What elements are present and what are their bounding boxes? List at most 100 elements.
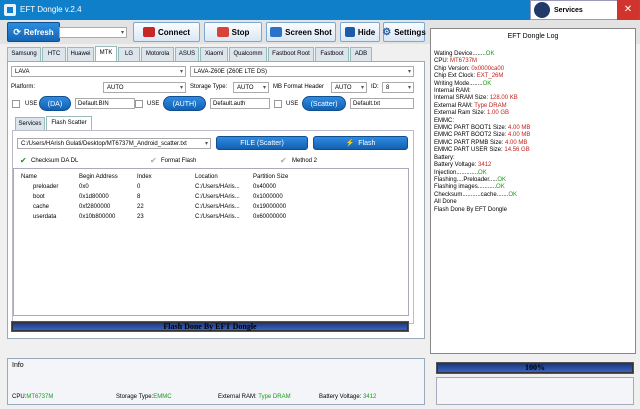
tab-samsung[interactable]: Samsung xyxy=(7,47,41,61)
model-select[interactable]: LAVA-Z60E (Z60E LTE DS) xyxy=(190,66,414,77)
tab-xiaomi[interactable]: Xiaomi xyxy=(200,47,228,61)
table-row[interactable]: preloader 0x0 0 C:/Users/HAris... 0x4000… xyxy=(14,184,408,194)
col-header-index[interactable]: Index xyxy=(137,174,152,180)
log-key: Flash Done By EFT Dongle xyxy=(434,206,507,213)
log-key: CPU: xyxy=(434,58,451,65)
cell-location: C:/Users/HAris... xyxy=(195,194,240,200)
use-scatter-checkbox[interactable] xyxy=(274,100,282,108)
col-header-partition-size[interactable]: Partition Size xyxy=(253,174,288,180)
log-key: All Done xyxy=(434,199,457,206)
storage-type-select[interactable]: AUTO xyxy=(233,82,269,93)
tab-htc[interactable]: HTC xyxy=(42,47,66,61)
flash-button[interactable]: ⚡ Flash xyxy=(313,136,408,150)
log-line: EMMC PART BOOT2 Size: 4.00 MB xyxy=(434,132,634,139)
log-line: Internal RAM: xyxy=(434,88,634,95)
refresh-button[interactable]: ⟳ Refresh xyxy=(7,22,60,42)
log-key: Internal SRAM Size: xyxy=(434,95,490,102)
cell-size: 0x19000000 xyxy=(253,204,287,210)
tab-huawei[interactable]: Huawei xyxy=(67,47,94,61)
log-value: OK xyxy=(482,80,492,87)
col-header-name[interactable]: Name xyxy=(21,174,37,180)
stop-icon xyxy=(216,27,229,37)
use-auth-checkbox[interactable] xyxy=(135,100,143,108)
tab-qualcomm[interactable]: Qualcomm xyxy=(229,47,267,61)
method2-checkbox[interactable]: ✔ xyxy=(280,156,287,165)
tab-mtk[interactable]: MTK xyxy=(95,46,117,61)
log-key: Internal RAM: xyxy=(434,88,471,95)
connect-label: Connect xyxy=(158,27,190,37)
use-da-checkbox[interactable] xyxy=(12,100,20,108)
connect-button[interactable]: Connect xyxy=(133,22,200,42)
col-header-location[interactable]: Location xyxy=(195,174,218,180)
scatter-button[interactable]: (Scatter) xyxy=(302,96,346,111)
auth-file-field[interactable]: Default.auth xyxy=(210,98,270,109)
log-line: Battery: xyxy=(434,155,634,162)
window-title: EFT Dongle v.2.4 xyxy=(20,5,82,14)
info-battery-value: 3412 xyxy=(363,394,377,400)
port-select[interactable] xyxy=(59,27,127,38)
log-value: MT6737M xyxy=(450,58,478,65)
log-line: External RAM: Type DRAM xyxy=(434,103,634,110)
screenshot-button[interactable]: Screen Shot xyxy=(266,22,336,42)
minimize-button[interactable]: – xyxy=(594,0,616,20)
platform-select[interactable]: AUTO xyxy=(103,82,186,93)
info-ext-ram: External RAM: Type DRAM xyxy=(218,394,291,400)
tab-lg[interactable]: LG xyxy=(118,47,140,61)
partition-table: Name Begin Address Index Location Partit… xyxy=(13,168,409,316)
tab-motorola[interactable]: Motorola xyxy=(141,47,174,61)
mb-format-select[interactable]: AUTO xyxy=(331,82,367,93)
log-key: Battery: xyxy=(434,154,455,161)
log-line: EMMC PART BOOT1 Size: 4.00 MB xyxy=(434,125,634,132)
table-row[interactable]: cache 0xf2800000 22 C:/Users/HAris... 0x… xyxy=(14,204,408,214)
cell-begin: 0xf2800000 xyxy=(79,204,111,210)
log-value: OK xyxy=(496,184,505,191)
id-select[interactable]: 8 xyxy=(382,82,414,93)
file-scatter-button[interactable]: FILE (Scatter) xyxy=(216,136,308,150)
settings-label: Settings xyxy=(394,27,426,37)
tab-asus[interactable]: ASUS xyxy=(175,47,199,61)
stop-button[interactable]: Stop xyxy=(204,22,262,42)
refresh-label: Refresh xyxy=(23,27,54,37)
hide-label: Hide xyxy=(357,27,376,37)
use-da-label: USE xyxy=(25,101,38,107)
brand-select[interactable]: LAVA xyxy=(11,66,186,77)
overall-progress-bar: 100% xyxy=(436,362,634,374)
subtab-flash-scatter[interactable]: Flash Scatter xyxy=(46,116,92,130)
hide-icon xyxy=(344,27,355,37)
log-key: Wating Device........ xyxy=(434,51,486,57)
cell-size: 0x1000000 xyxy=(253,194,283,200)
cell-name: cache xyxy=(33,204,50,210)
log-key: EMMC PART USER Size: xyxy=(434,147,505,154)
screenshot-label: Screen Shot xyxy=(285,27,332,37)
scatter-file-field[interactable]: Default.txt xyxy=(350,98,414,109)
log-key: EMMC PART BOOT2 Size: xyxy=(434,132,509,139)
checksum-da-dl-checkbox[interactable]: ✔ xyxy=(20,156,27,165)
col-header-begin-address[interactable]: Begin Address xyxy=(79,174,118,180)
log-line: External Ram Size: 1.00 GB xyxy=(434,110,634,117)
log-value: 4.00 MB xyxy=(508,132,531,139)
hide-button[interactable]: Hide xyxy=(340,22,380,42)
info-battery-label: Battery Voltage: xyxy=(319,394,362,400)
da-file-field[interactable]: Default.BIN xyxy=(75,98,135,109)
scatter-path-select[interactable]: C:/Users/HArish Gulati/Desktop/MT6737M_A… xyxy=(17,138,211,149)
tab-adb[interactable]: ADB xyxy=(350,47,372,61)
info-ext-ram-value: Type DRAM xyxy=(258,394,291,400)
tab-fastboot-root[interactable]: Fastboot Root xyxy=(268,47,314,61)
tab-fastboot[interactable]: Fastboot xyxy=(315,47,349,61)
cell-begin: 0x10b800000 xyxy=(79,214,116,220)
da-button[interactable]: (DA) xyxy=(39,96,71,111)
auth-button[interactable]: (AUTH) xyxy=(163,96,206,111)
subtab-services[interactable]: Services xyxy=(15,117,45,130)
log-key: Chip Version: xyxy=(434,65,472,72)
log-key: Injection............. xyxy=(434,169,479,176)
format-flash-checkbox[interactable]: ✔ xyxy=(150,156,157,165)
settings-button[interactable]: ⚙ Settings xyxy=(382,22,426,42)
close-button[interactable]: ✕ xyxy=(617,0,639,20)
overall-progress-text: 100% xyxy=(525,363,545,372)
log-line: Wating Device........OK xyxy=(434,51,634,58)
table-row[interactable]: boot 0x1d80000 8 C:/Users/HAris... 0x100… xyxy=(14,194,408,204)
use-scatter-label: USE xyxy=(286,101,299,107)
title-bar: EFT Dongle v.2.4 Services ▾ – ✕ xyxy=(0,0,640,20)
status-area xyxy=(436,377,634,405)
table-row[interactable]: userdata 0x10b800000 23 C:/Users/HAris..… xyxy=(14,214,408,224)
